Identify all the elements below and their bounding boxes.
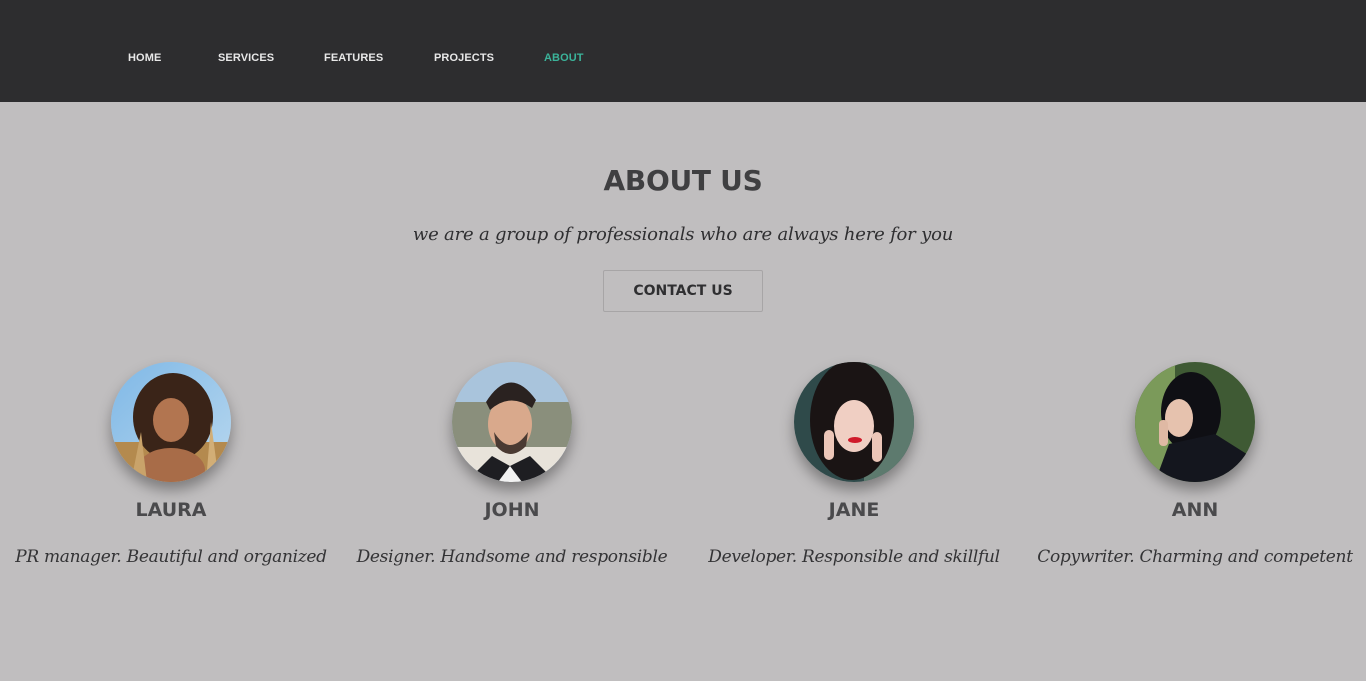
member-description: Developer. Responsible and skillful <box>708 547 1000 567</box>
avatar <box>111 362 231 482</box>
member-name: JANE <box>828 499 880 521</box>
top-navigation-bar: HOME SERVICES FEATURES PROJECTS ABOUT <box>0 0 1366 102</box>
member-description: PR manager. Beautiful and organized <box>15 547 327 567</box>
team-member-card: JOHN Designer. Handsome and responsible <box>342 362 682 567</box>
member-description: Copywriter. Charming and competent <box>1037 547 1353 567</box>
team-member-card: ANN Copywriter. Charming and competent <box>1025 362 1365 567</box>
laura-photo <box>111 362 231 482</box>
nav-home-link[interactable]: HOME <box>128 52 161 64</box>
member-name: JOHN <box>484 499 540 521</box>
jane-photo <box>794 362 914 482</box>
nav-projects-link[interactable]: PROJECTS <box>434 52 494 64</box>
nav-services-link[interactable]: SERVICES <box>218 52 274 64</box>
tagline: we are a group of professionals who are … <box>412 224 954 245</box>
nav-features-link[interactable]: FEATURES <box>324 52 383 64</box>
avatar <box>794 362 914 482</box>
contact-us-button[interactable]: CONTACT US <box>603 270 763 312</box>
john-photo <box>452 362 572 482</box>
team-member-card: LAURA PR manager. Beautiful and organize… <box>1 362 341 567</box>
main-nav: HOME SERVICES FEATURES PROJECTS ABOUT <box>0 0 1366 102</box>
avatar <box>1135 362 1255 482</box>
avatar <box>452 362 572 482</box>
member-description: Designer. Handsome and responsible <box>356 547 668 567</box>
ann-photo <box>1135 362 1255 482</box>
member-name: ANN <box>1171 499 1219 521</box>
page-title: ABOUT US <box>603 164 763 197</box>
nav-about-link[interactable]: ABOUT <box>544 52 584 64</box>
team-member-card: JANE Developer. Responsible and skillful <box>684 362 1024 567</box>
member-name: LAURA <box>135 499 207 521</box>
